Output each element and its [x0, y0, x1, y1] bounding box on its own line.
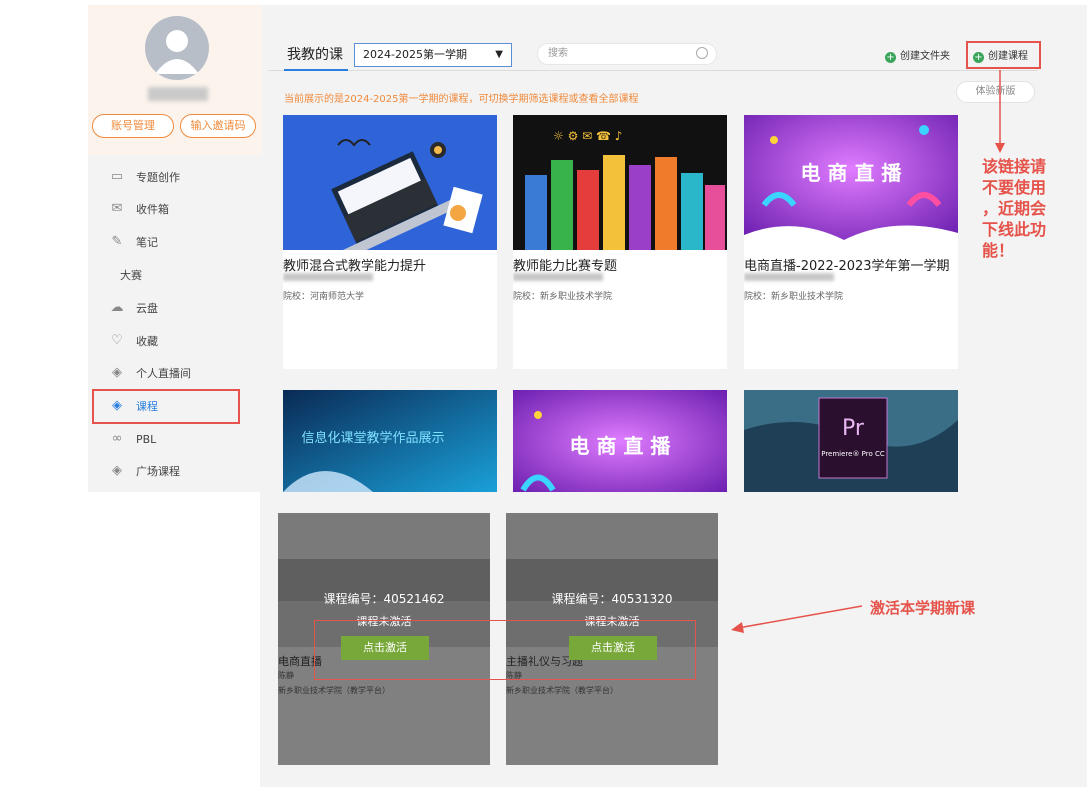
activate-annotation: 激活本学期新课: [870, 599, 976, 617]
annotation-arrows: [731, 70, 1005, 633]
link-warning-annotation: 该链接请 不要使用 ，近期会 下线此功 能！: [982, 157, 1047, 260]
